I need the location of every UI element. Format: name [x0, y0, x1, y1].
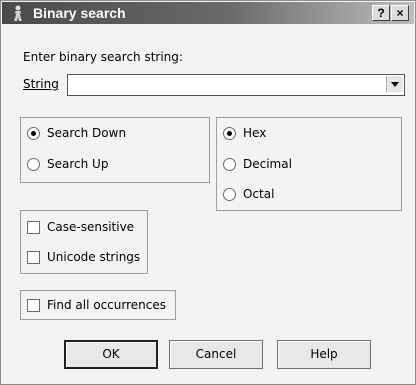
decimal-radio[interactable] — [223, 158, 236, 171]
cancel-button[interactable]: Cancel — [169, 340, 263, 369]
window-title: Binary search — [33, 5, 126, 21]
options-group: Case-sensitive Unicode strings — [20, 210, 148, 274]
search-up-radio[interactable] — [27, 158, 40, 171]
find-all-label[interactable]: Find all occurrences — [47, 298, 166, 312]
case-sensitive-checkbox[interactable] — [27, 221, 40, 234]
combo-dropdown-button[interactable] — [386, 76, 403, 92]
string-label: String — [23, 77, 59, 91]
find-all-group: Find all occurrences — [20, 290, 176, 320]
search-up-label[interactable]: Search Up — [47, 157, 108, 171]
decimal-label[interactable]: Decimal — [243, 157, 292, 171]
title-bar[interactable]: Binary search ? × — [2, 2, 414, 24]
ok-button[interactable]: OK — [64, 340, 158, 369]
search-down-label[interactable]: Search Down — [47, 126, 126, 140]
help-title-button[interactable]: ? — [372, 5, 390, 21]
octal-label[interactable]: Octal — [243, 187, 274, 201]
binary-search-dialog: Binary search ? × Enter binary search st… — [0, 0, 416, 385]
hex-label[interactable]: Hex — [243, 126, 266, 140]
app-icon — [14, 5, 22, 21]
string-label-text: String — [23, 77, 59, 91]
number-base-group: Hex Decimal Octal — [216, 117, 402, 211]
unicode-strings-label[interactable]: Unicode strings — [47, 250, 140, 264]
hex-radio[interactable] — [223, 127, 236, 140]
help-button[interactable]: Help — [277, 340, 371, 369]
search-down-radio[interactable] — [27, 127, 40, 140]
search-prompt-label: Enter binary search string: — [23, 50, 183, 64]
find-all-checkbox[interactable] — [27, 299, 40, 312]
close-title-button[interactable]: × — [391, 5, 409, 21]
string-input[interactable] — [70, 76, 382, 92]
case-sensitive-label[interactable]: Case-sensitive — [47, 220, 134, 234]
octal-radio[interactable] — [223, 188, 236, 201]
direction-group: Search Down Search Up — [20, 117, 210, 183]
unicode-strings-checkbox[interactable] — [27, 251, 40, 264]
string-combo[interactable] — [67, 74, 405, 96]
